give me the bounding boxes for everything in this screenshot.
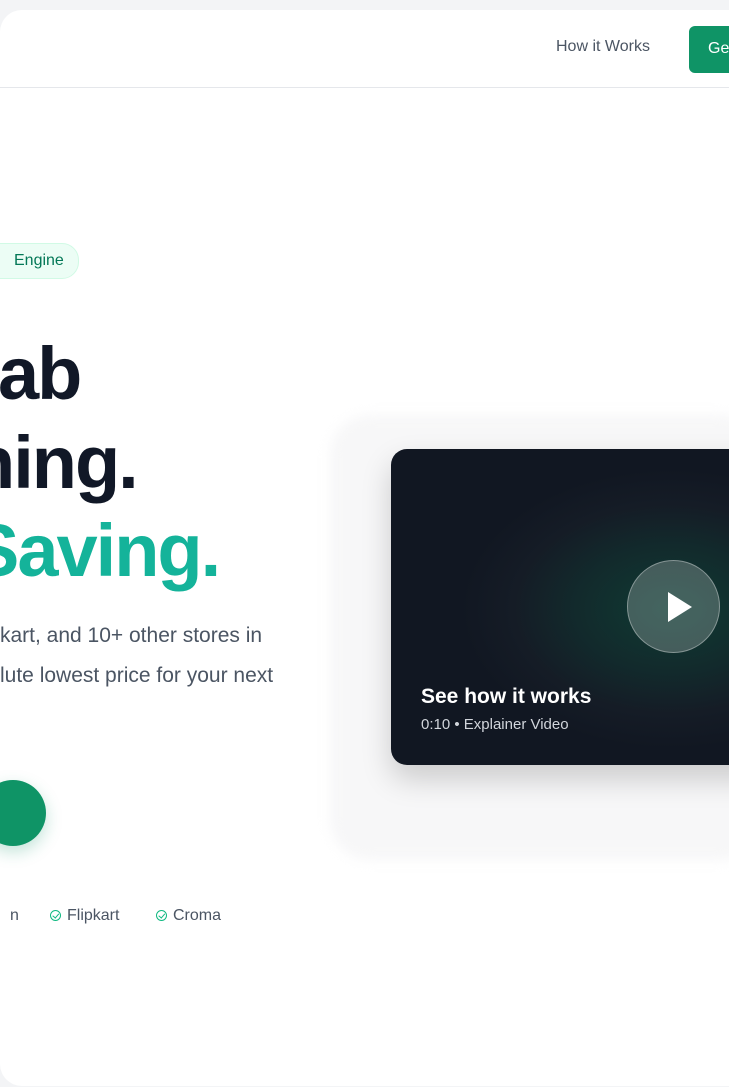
hero-cta-button[interactable]: [0, 780, 46, 846]
store-croma: Croma: [156, 907, 221, 925]
store-croma-label: Croma: [173, 907, 222, 924]
video-title: See how it works: [421, 685, 592, 708]
check-circle-icon: [50, 910, 61, 921]
hero-subtitle-line-2: lute lowest price for your next: [0, 664, 274, 687]
store-flipkart: Flipkart: [50, 907, 119, 925]
top-navbar: How it Works Ge: [0, 10, 729, 88]
hero-heading-line-1: ab: [0, 332, 82, 415]
play-button[interactable]: [627, 560, 720, 653]
page-frame: How it Works Ge Engine ning. Saving. kar…: [0, 10, 729, 1086]
get-started-button[interactable]: Ge: [689, 26, 729, 73]
hero-heading-line-2: ning.: [0, 421, 139, 504]
explainer-video-card[interactable]: See how it works 0:10 • Explainer Video: [391, 449, 729, 765]
hero-heading-line-3: Saving.: [0, 509, 221, 592]
store-label-fragment: n: [10, 907, 19, 924]
nav-how-it-works-link[interactable]: How it Works: [556, 38, 650, 56]
engine-badge: Engine: [0, 243, 79, 279]
store-flipkart-label: Flipkart: [67, 907, 120, 924]
hero-subtitle-line-1: kart, and 10+ other stores in: [0, 624, 263, 647]
video-meta: 0:10 • Explainer Video: [421, 716, 569, 733]
check-circle-icon: [156, 910, 167, 921]
play-icon: [668, 592, 692, 622]
